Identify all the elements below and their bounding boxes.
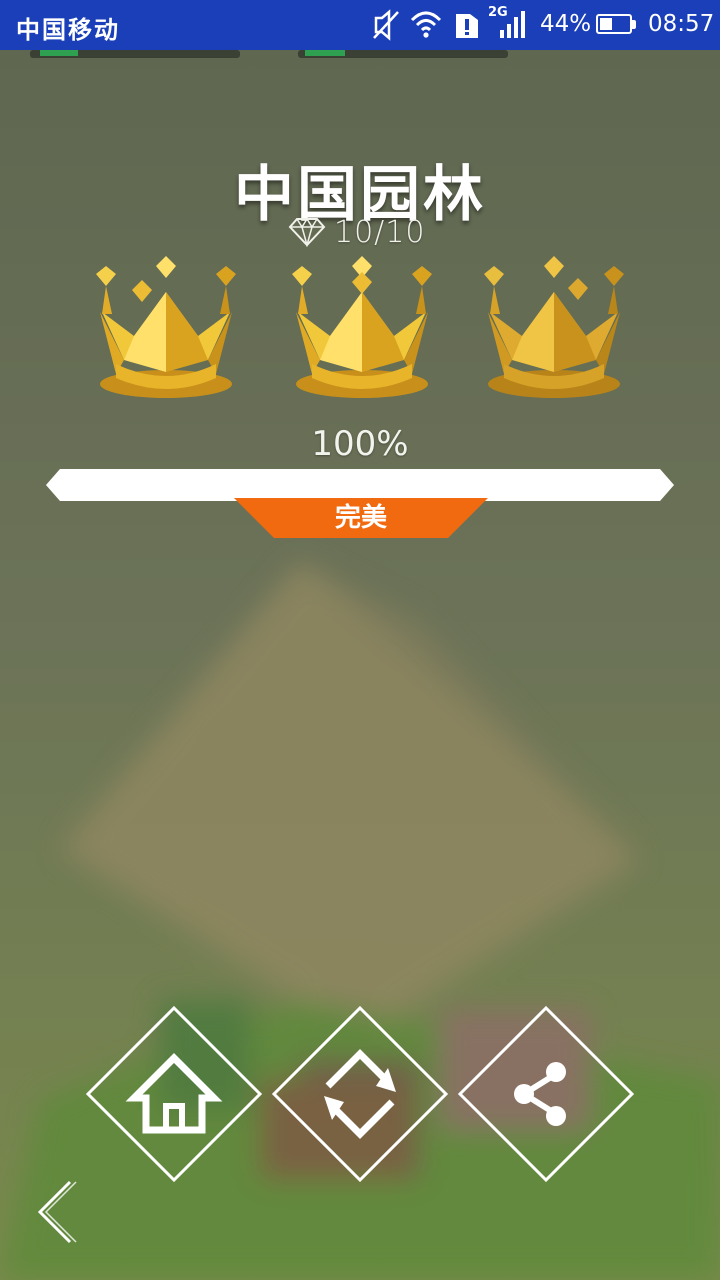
progress-percent: 100% <box>311 424 409 464</box>
restart-button[interactable] <box>271 1005 449 1183</box>
back-button[interactable] <box>30 1176 90 1246</box>
battery-percent: 44% <box>540 11 592 37</box>
crown-icon-3 <box>484 256 624 398</box>
carrier-label: 中国移动 <box>16 16 120 44</box>
crown-icon-2 <box>292 256 432 398</box>
home-button[interactable] <box>85 1005 263 1183</box>
progress-bar-fill <box>46 469 674 501</box>
home-icon <box>125 1053 223 1134</box>
clock: 08:57 <box>648 11 715 37</box>
gem-counter: 10/10 <box>288 214 425 250</box>
battery-tip <box>632 20 636 29</box>
restart-icon <box>324 1049 396 1139</box>
rating-label: 完美 <box>334 503 387 533</box>
status-bar: 中国移动 2G 44% 08:57 <box>0 0 720 50</box>
signal-icon <box>500 11 525 38</box>
crown-icon-1 <box>96 256 236 398</box>
back-chevron-icon <box>37 1180 77 1244</box>
progress-bar <box>46 469 674 501</box>
diamond-icon <box>288 217 326 247</box>
gem-count: 10/10 <box>334 214 426 250</box>
share-icon <box>514 1062 566 1126</box>
battery-icon <box>596 14 632 34</box>
sim-alert-icon <box>456 14 478 38</box>
wifi-icon <box>410 11 442 38</box>
mute-icon <box>373 9 399 41</box>
share-button[interactable] <box>457 1005 635 1183</box>
battery-level-fill <box>600 18 612 30</box>
